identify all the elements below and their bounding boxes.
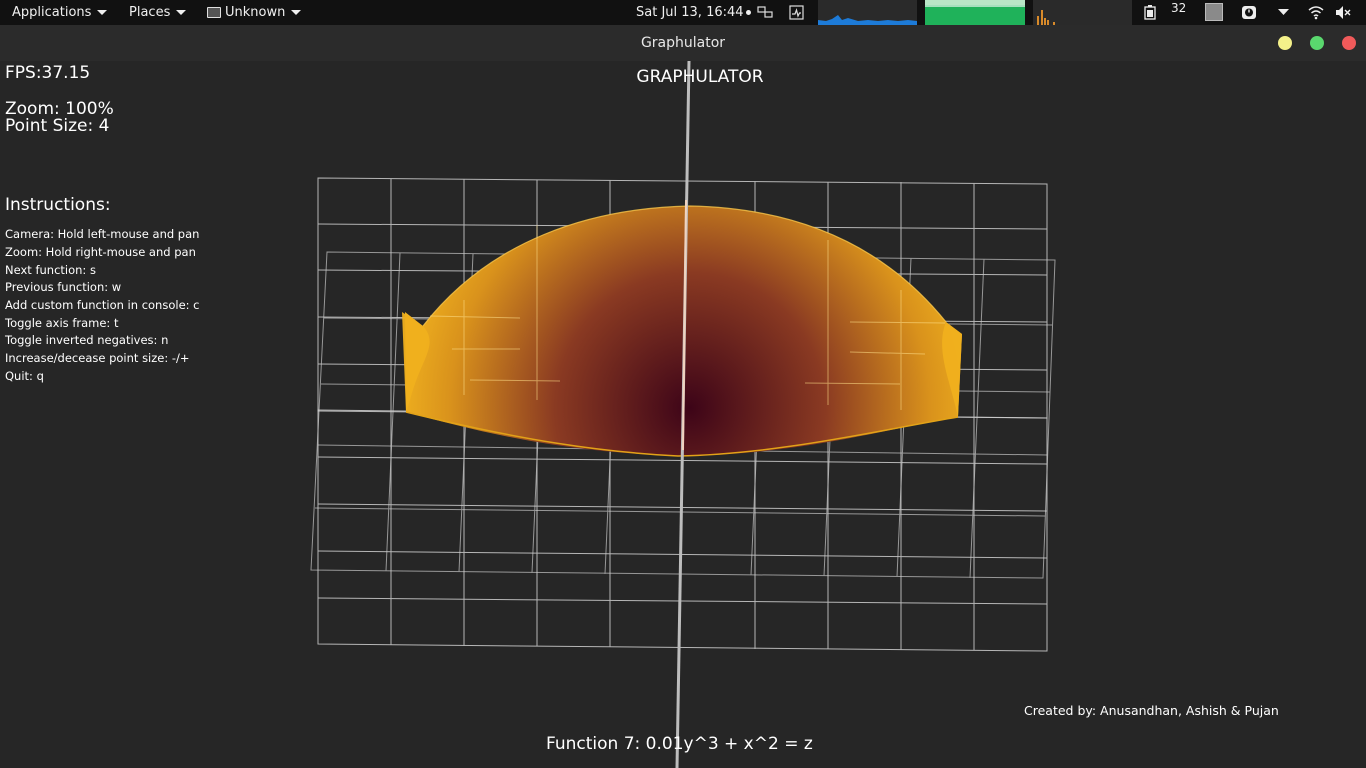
notification-dot-icon [745,10,751,15]
instruction-zoom: Zoom: Hold right-mouse and pan [5,245,196,259]
chevron-down-icon [176,10,187,15]
maximize-button[interactable] [1310,36,1324,50]
volume-muted-icon[interactable] [1335,5,1353,20]
point-size: Point Size: 4 [5,116,110,136]
chevron-down-icon[interactable] [1278,9,1289,16]
function-label: Function 7: 0.01y^3 + x^2 = z [546,734,813,754]
instruction-quit: Quit: q [5,369,44,383]
clock[interactable]: Sat Jul 13, 16:44 [636,0,751,25]
close-button[interactable] [1342,36,1356,50]
instruction-custom-function: Add custom function in console: c [5,298,200,312]
memory-graph-icon [925,0,1025,25]
chevron-down-icon [97,10,108,15]
instruction-previous-function: Previous function: w [5,280,122,294]
window-titlebar[interactable]: Graphulator [0,25,1366,61]
minimize-button[interactable] [1278,36,1292,50]
window-list-menu[interactable]: Unknown [207,0,302,25]
cpu-graph-icon [818,0,917,25]
instruction-camera: Camera: Hold left-mouse and pan [5,227,200,241]
window-list-label: Unknown [225,5,286,20]
chevron-down-icon [291,10,302,15]
applications-menu[interactable]: Applications [12,0,108,25]
instructions-heading: Instructions: [5,195,111,215]
window-title: Graphulator [640,35,726,51]
instruction-next-function: Next function: s [5,263,96,277]
timer-icon[interactable] [1241,5,1257,20]
network-graph-icon [1033,0,1132,25]
wifi-icon[interactable] [1308,5,1324,20]
fps-counter: FPS:37.15 [5,63,91,83]
tray-app-icon[interactable] [1205,3,1223,21]
instruction-toggle-negatives: Toggle inverted negatives: n [5,333,169,347]
workspace-switcher-icon[interactable] [757,5,773,20]
window-icon [207,7,221,18]
battery-icon[interactable] [1144,5,1156,20]
app-title: GRAPHULATOR [636,67,764,87]
places-menu-label: Places [129,5,171,20]
places-menu[interactable]: Places [129,0,187,25]
instruction-point-size: Increase/decease point size: -/+ [5,351,190,365]
indicator-number: 32 [1171,1,1187,15]
system-monitor-icon[interactable] [789,5,804,20]
top-panel: Applications Places Unknown Sat Jul 13, … [0,0,1366,25]
applications-menu-label: Applications [12,5,92,20]
graph-canvas[interactable] [0,61,1366,768]
credits: Created by: Anusandhan, Ashish & Pujan [1024,703,1279,718]
instruction-toggle-axis: Toggle axis frame: t [5,316,119,330]
clock-label: Sat Jul 13, 16:44 [636,5,744,20]
